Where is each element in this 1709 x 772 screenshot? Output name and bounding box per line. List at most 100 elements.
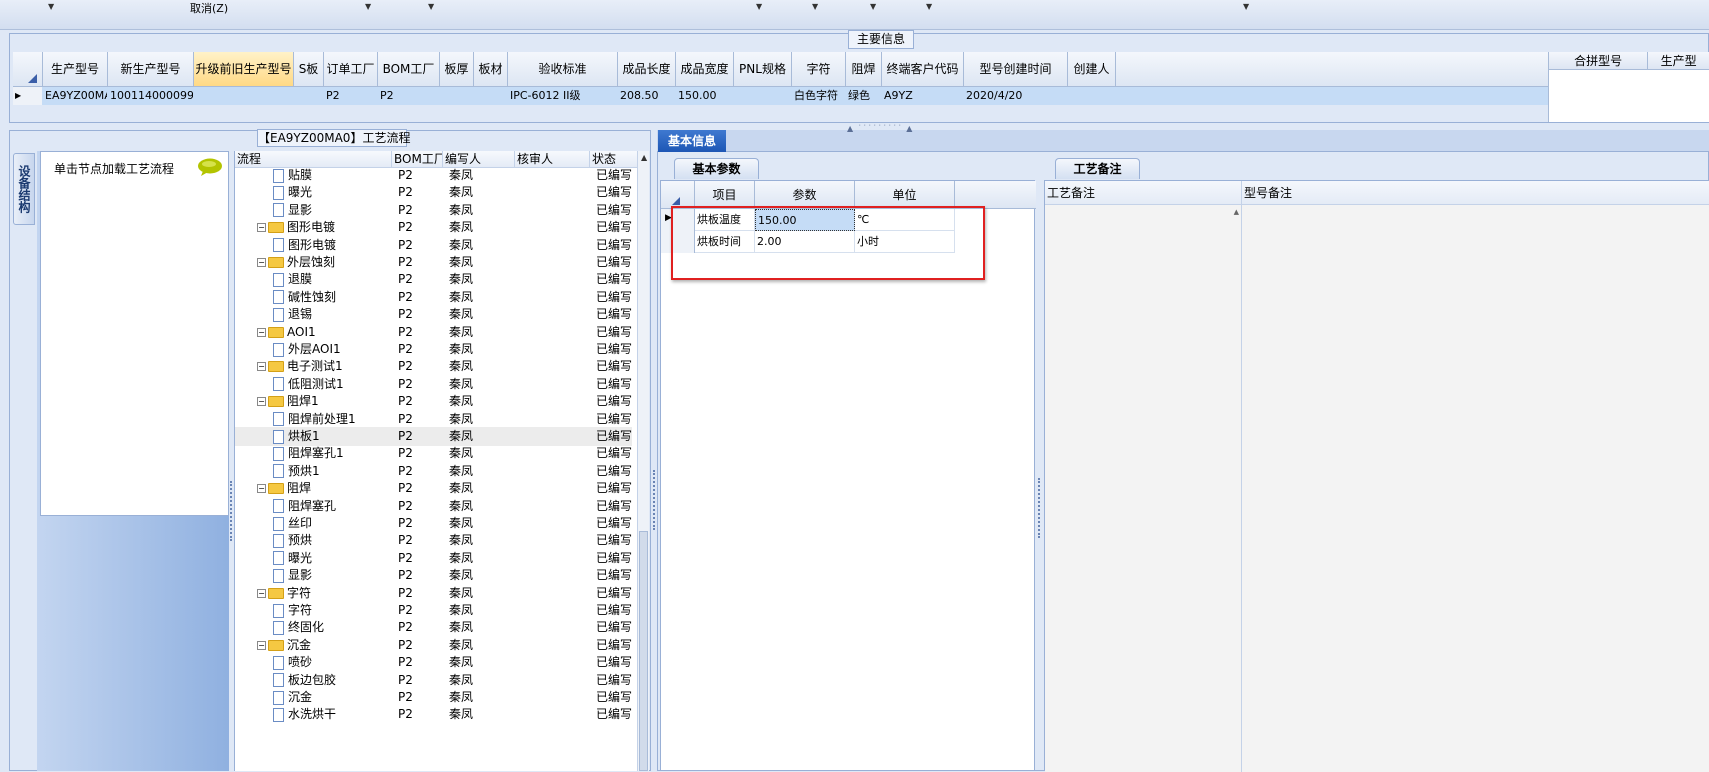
col-unit[interactable]: 单位: [855, 181, 955, 209]
col-header[interactable]: BOM工厂: [378, 52, 440, 87]
col-header[interactable]: 型号创建时间: [964, 52, 1068, 87]
dropdown-arrow-icon[interactable]: ▼: [756, 2, 762, 11]
tab-process-remarks[interactable]: 工艺备注: [1055, 158, 1140, 179]
dropdown-arrow-icon[interactable]: ▼: [1243, 2, 1249, 11]
col-merge-model[interactable]: 合拼型号: [1549, 52, 1649, 70]
tree-row[interactable]: 预烘1 P2 秦凤 已编写: [235, 462, 632, 481]
tree-folder-node[interactable]: − 图形电镀: [257, 218, 335, 237]
tree-folder-node[interactable]: − AOI1: [257, 323, 316, 342]
tree-row[interactable]: 阻焊前处理1 P2 秦凤 已编写: [235, 410, 632, 429]
col-header[interactable]: 创建人: [1068, 52, 1116, 87]
cell[interactable]: IPC-6012 II级: [508, 87, 618, 105]
tree-leaf-node[interactable]: 退锡: [273, 305, 312, 324]
tree-row[interactable]: − 外层蚀刻 P2 秦凤 已编写: [235, 253, 632, 272]
tree-row[interactable]: − AOI1 P2 秦凤 已编写: [235, 323, 632, 342]
col-header[interactable]: 终端客户代码: [882, 52, 964, 87]
collapse-icon[interactable]: −: [257, 362, 266, 372]
tree-row[interactable]: − 阻焊1 P2 秦凤 已编写: [235, 392, 632, 411]
cell[interactable]: [294, 87, 324, 105]
tree-folder-node[interactable]: − 沉金: [257, 636, 311, 655]
cell[interactable]: 150.00: [676, 87, 734, 105]
dropdown-arrow-icon[interactable]: ▼: [812, 2, 818, 11]
collapse-icon[interactable]: −: [257, 258, 266, 267]
tree-row[interactable]: − 沉金 P2 秦凤 已编写: [235, 636, 632, 655]
scroll-thumb[interactable]: [639, 531, 648, 771]
tree-row[interactable]: 外层AOI1 P2 秦凤 已编写: [235, 340, 632, 359]
tree-row[interactable]: 沉金 P2 秦凤 已编写: [235, 688, 632, 707]
cancel-button[interactable]: 取消(Z): [190, 0, 228, 16]
splitter[interactable]: [1036, 158, 1044, 771]
tree-row[interactable]: 水洗烘干 P2 秦凤 已编写: [235, 705, 632, 724]
col-status[interactable]: 状态: [590, 151, 638, 168]
splitter[interactable]: [652, 130, 657, 771]
tree-folder-node[interactable]: − 电子测试1: [257, 357, 343, 376]
tab-basic-params[interactable]: 基本参数: [674, 158, 759, 179]
col-header[interactable]: 板材: [474, 52, 508, 87]
collapse-icon[interactable]: −: [257, 397, 266, 407]
col-header[interactable]: S板: [294, 52, 324, 87]
tree-row[interactable]: 显影 P2 秦凤 已编写: [235, 566, 632, 585]
tree-leaf-node[interactable]: 曝光: [273, 183, 312, 202]
tree-leaf-node[interactable]: 外层AOI1: [273, 340, 341, 359]
cell[interactable]: 2020/4/20: [964, 87, 1068, 105]
tab-basic-info[interactable]: 基本信息: [658, 130, 726, 152]
tree-leaf-node[interactable]: 水洗烘干: [273, 705, 336, 724]
cell[interactable]: EA9YZ00MA0: [43, 87, 108, 105]
dropdown-arrow-icon[interactable]: ▼: [48, 2, 54, 11]
tree-leaf-node[interactable]: 字符: [273, 601, 312, 620]
tree-row[interactable]: − 字符 P2 秦凤 已编写: [235, 584, 632, 603]
tree-row[interactable]: − 图形电镀 P2 秦凤 已编写: [235, 218, 632, 237]
tree-row[interactable]: 阻焊塞孔1 P2 秦凤 已编写: [235, 444, 632, 463]
splitter-grip-icon[interactable]: ▲ ˙˙˙˙˙˙˙˙˙ ▲: [847, 124, 913, 133]
col-header[interactable]: PNL规格: [734, 52, 792, 87]
cell[interactable]: 绿色: [846, 87, 882, 105]
col-production-model[interactable]: 生产型: [1648, 52, 1709, 70]
tree-row[interactable]: 显影 P2 秦凤 已编写: [235, 201, 632, 220]
tree-row[interactable]: 烘板1 P2 秦凤 已编写: [235, 427, 632, 446]
tree-row[interactable]: 阻焊塞孔 P2 秦凤 已编写: [235, 497, 632, 516]
cell[interactable]: A9YZ: [882, 87, 964, 105]
tree-row[interactable]: 退膜 P2 秦凤 已编写: [235, 270, 632, 289]
tree-leaf-node[interactable]: 阻焊前处理1: [273, 410, 356, 429]
col-writer[interactable]: 编写人: [443, 151, 515, 168]
tree-row[interactable]: 图形电镀 P2 秦凤 已编写: [235, 236, 632, 255]
col-reviewer[interactable]: 核审人: [515, 151, 590, 168]
tree-row[interactable]: 终固化 P2 秦凤 已编写: [235, 618, 632, 637]
dropdown-arrow-icon[interactable]: ▼: [870, 2, 876, 11]
vertical-scrollbar[interactable]: ▲: [637, 151, 649, 771]
tree-folder-node[interactable]: − 阻焊1: [257, 392, 319, 411]
col-bom-factory[interactable]: BOM工厂: [392, 151, 443, 168]
cell[interactable]: 白色字符: [792, 87, 846, 105]
col-header[interactable]: 新生产型号: [108, 52, 194, 87]
col-process[interactable]: 流程: [235, 151, 392, 168]
cell[interactable]: 208.50: [618, 87, 676, 105]
node-tree-box[interactable]: [40, 151, 229, 516]
collapse-icon[interactable]: −: [257, 640, 266, 650]
tree-leaf-node[interactable]: 阻焊塞孔1: [273, 444, 344, 463]
tree-leaf-node[interactable]: 阻焊塞孔: [273, 497, 336, 516]
tree-leaf-node[interactable]: 预烘: [273, 531, 312, 550]
equipment-structure-tab[interactable]: 设备结构: [13, 153, 35, 225]
collapse-icon[interactable]: −: [257, 327, 266, 337]
col-param[interactable]: 参数: [755, 181, 855, 209]
tree-leaf-node[interactable]: 图形电镀: [273, 236, 336, 255]
dropdown-arrow-icon[interactable]: ▼: [365, 2, 371, 11]
tree-row[interactable]: − 阻焊 P2 秦凤 已编写: [235, 479, 632, 498]
tree-row[interactable]: 预烘 P2 秦凤 已编写: [235, 531, 632, 550]
col-item[interactable]: 项目: [695, 181, 755, 209]
collapse-icon[interactable]: −: [257, 484, 266, 494]
tree-leaf-node[interactable]: 丝印: [273, 514, 312, 533]
tree-leaf-node[interactable]: 显影: [273, 201, 312, 220]
tree-row[interactable]: 曝光 P2 秦凤 已编写: [235, 183, 632, 202]
cell[interactable]: [194, 87, 294, 105]
col-header[interactable]: 订单工厂: [324, 52, 378, 87]
tree-leaf-node[interactable]: 终固化: [273, 618, 324, 637]
tree-leaf-node[interactable]: 曝光: [273, 549, 312, 568]
collapse-icon[interactable]: −: [257, 588, 266, 598]
tree-folder-node[interactable]: − 字符: [257, 584, 311, 603]
tree-leaf-node[interactable]: 显影: [273, 566, 312, 585]
col-header[interactable]: 板厚: [440, 52, 474, 87]
tree-row[interactable]: 丝印 P2 秦凤 已编写: [235, 514, 632, 533]
col-header[interactable]: 成品宽度: [676, 52, 734, 87]
tree-leaf-node[interactable]: 喷砂: [273, 653, 312, 672]
